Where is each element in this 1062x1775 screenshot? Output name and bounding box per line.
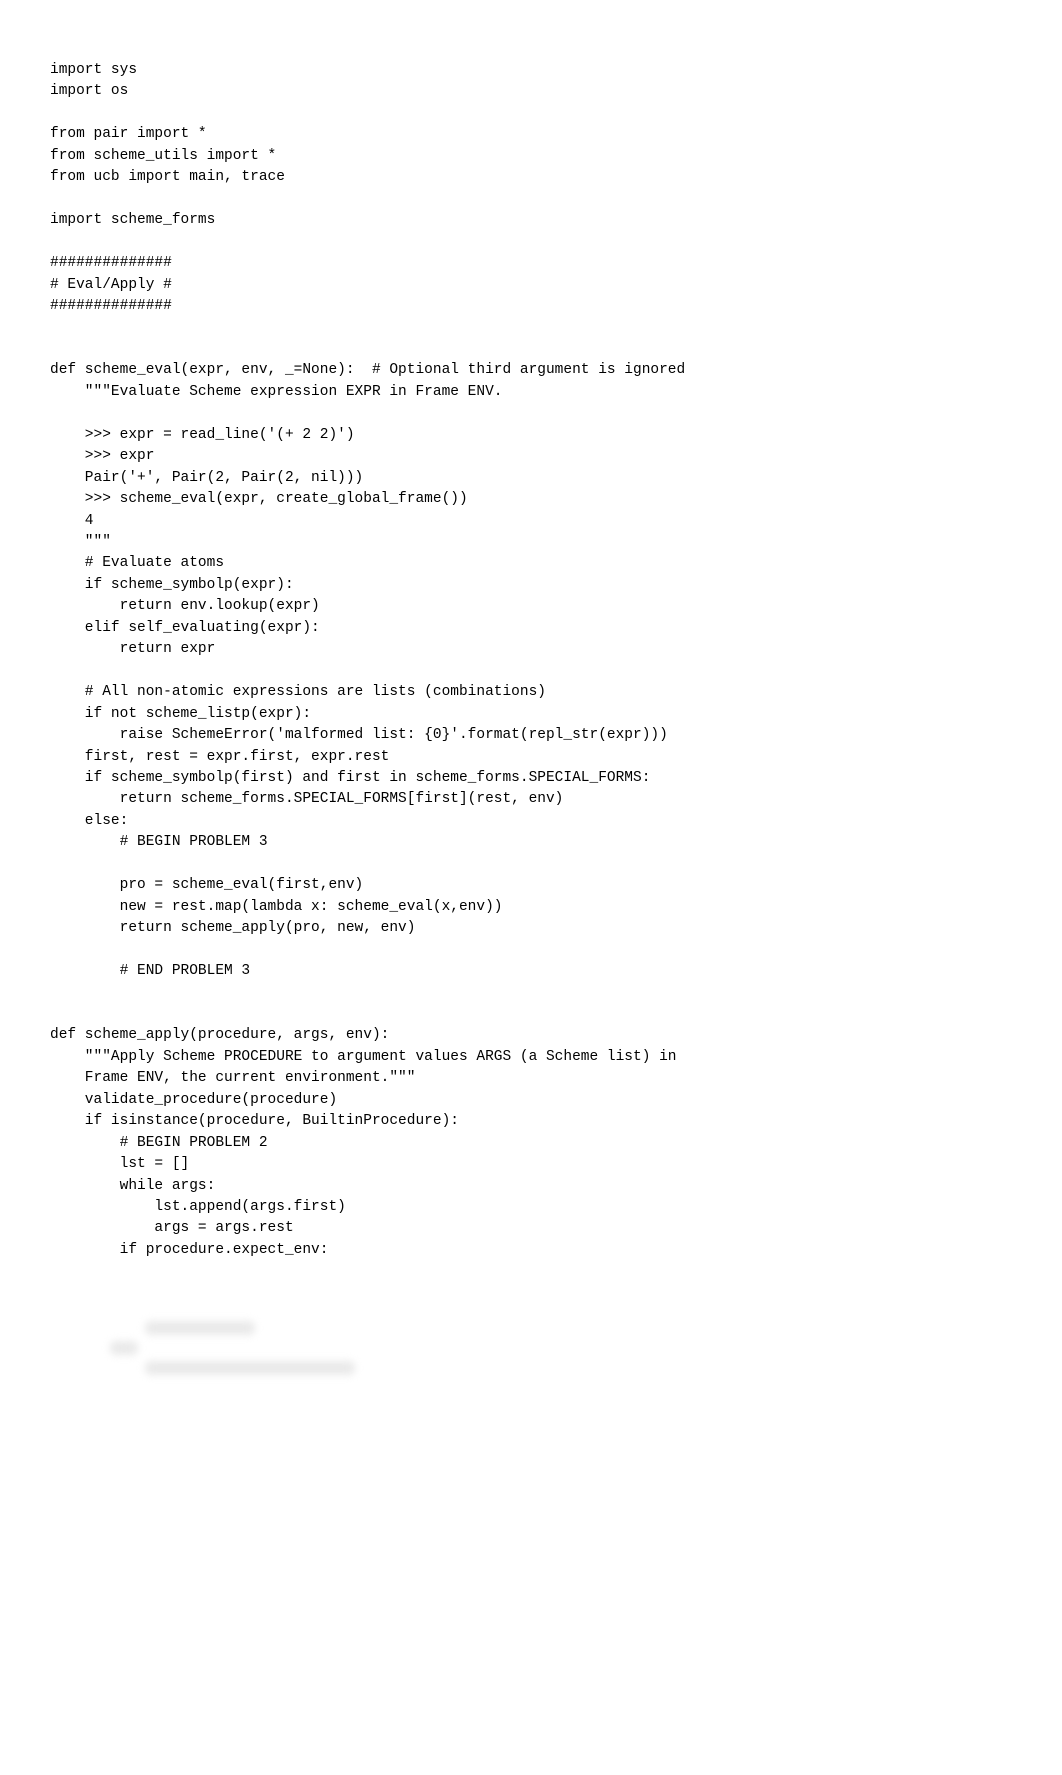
- redacted-line-1: [145, 1321, 255, 1335]
- code-text: import sys import os from pair import * …: [50, 62, 685, 1258]
- code-block: import sys import os from pair import * …: [0, 0, 1062, 1311]
- redacted-line-3: [145, 1361, 355, 1375]
- redacted-line-2: [110, 1341, 138, 1355]
- redacted-preview-area: [0, 1321, 1062, 1775]
